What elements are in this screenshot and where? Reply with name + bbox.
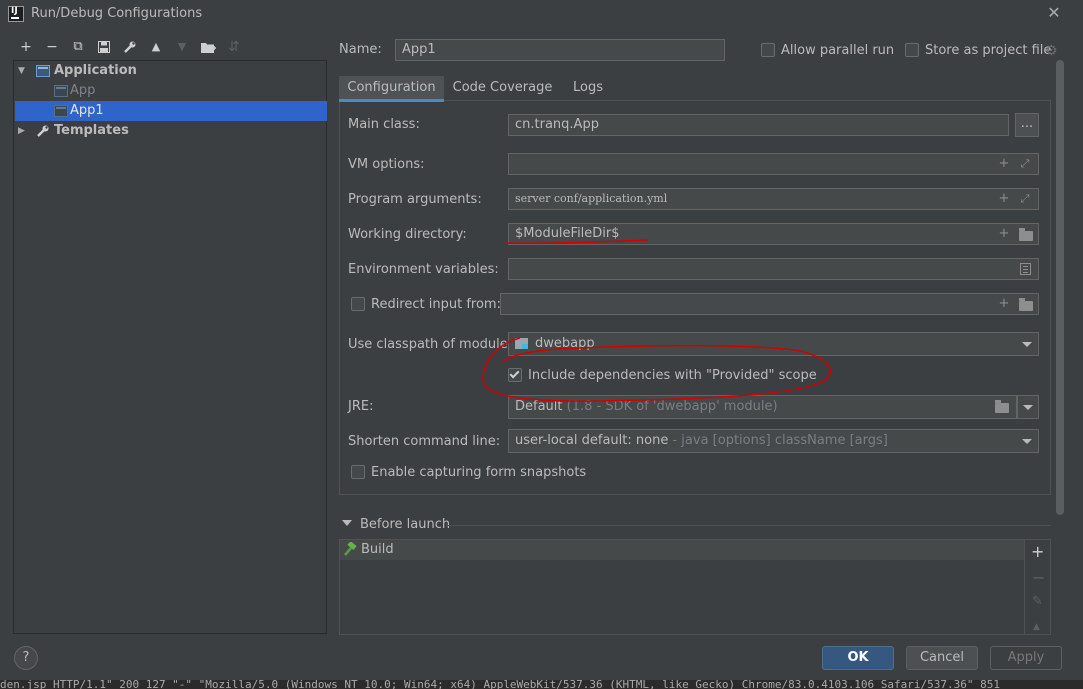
expand-icon[interactable]: ⤢ <box>1017 156 1033 172</box>
list-item[interactable]: Build <box>340 540 1024 560</box>
redirect-input-label: Redirect input from: <box>371 297 501 312</box>
store-project-label: Store as project file <box>925 43 1052 58</box>
tree-item-application[interactable]: ▼ Application <box>15 61 327 81</box>
working-directory-label: Working directory: <box>348 227 467 242</box>
wrench-icon[interactable] <box>120 38 140 56</box>
main-class-field[interactable]: cn.tranq.App <box>508 114 1009 136</box>
chevron-down-icon[interactable] <box>1022 342 1032 347</box>
sort-icon: ⇵ <box>228 39 240 55</box>
folder-icon[interactable] <box>1019 298 1033 311</box>
remove-icon[interactable]: − <box>42 38 62 56</box>
add-icon[interactable]: + <box>996 296 1012 312</box>
shorten-command-select[interactable]: user-local default: none - java [options… <box>508 429 1039 453</box>
new-folder-icon[interactable] <box>198 38 218 56</box>
environment-variables-label: Environment variables: <box>348 262 499 277</box>
application-config-icon <box>36 65 50 77</box>
tree-item-app1[interactable]: App1 <box>15 101 327 121</box>
list-item-label: Build <box>361 542 394 557</box>
program-arguments-field[interactable]: server conf/application.yml <box>508 188 1039 210</box>
move-up-icon[interactable]: ▲ <box>146 38 166 56</box>
include-provided-checkbox[interactable] <box>508 368 522 382</box>
hammer-icon <box>342 541 357 561</box>
edit-list-icon[interactable] <box>1020 263 1031 275</box>
add-icon[interactable]: + <box>996 226 1012 242</box>
shorten-value: user-local default: none <box>515 433 669 448</box>
jre-field[interactable]: Default (1.8 - SDK of 'dwebapp' module) <box>508 395 1017 419</box>
application-config-icon <box>54 105 68 117</box>
gear-icon[interactable]: ⚙ <box>1045 43 1058 59</box>
configurations-tree[interactable]: ▼ Application App App1 ▶ Templates <box>13 60 327 634</box>
jre-dropdown-button[interactable] <box>1017 395 1039 419</box>
jre-hint: (1.8 - SDK of 'dwebapp' module) <box>566 399 778 414</box>
cancel-button[interactable]: Cancel <box>906 646 978 670</box>
intellij-logo-icon: IJ <box>8 6 24 22</box>
name-field[interactable]: App1 <box>395 39 725 61</box>
window-title: Run/Debug Configurations <box>31 6 203 21</box>
add-icon[interactable]: + <box>16 38 36 56</box>
allow-parallel-checkbox[interactable] <box>761 43 775 57</box>
redirect-input-checkbox[interactable] <box>351 297 365 311</box>
add-icon[interactable]: + <box>996 156 1012 172</box>
program-arguments-label: Program arguments: <box>348 192 482 207</box>
vm-options-label: VM options: <box>348 157 425 172</box>
edit-icon: ✎ <box>1032 594 1043 609</box>
tree-item-label: Templates <box>54 123 129 138</box>
remove-icon: − <box>1032 568 1046 587</box>
application-config-icon <box>54 85 68 97</box>
apply-button: Apply <box>990 646 1062 670</box>
add-icon[interactable]: + <box>1031 542 1044 561</box>
shorten-command-label: Shorten command line: <box>348 434 501 449</box>
expand-arrow-icon[interactable]: ▼ <box>18 61 28 81</box>
redirect-input-field[interactable] <box>500 293 1039 315</box>
capture-snapshots-checkbox[interactable] <box>351 465 365 479</box>
include-provided-label: Include dependencies with "Provided" sco… <box>528 368 817 383</box>
store-project-checkbox[interactable] <box>905 43 919 57</box>
module-icon <box>515 338 528 349</box>
help-button[interactable]: ? <box>14 646 38 670</box>
tree-item-templates[interactable]: ▶ Templates <box>15 121 327 141</box>
folder-icon[interactable] <box>995 400 1009 413</box>
vertical-scrollbar[interactable] <box>1056 60 1064 515</box>
vm-options-field[interactable] <box>508 153 1039 175</box>
jre-label: JRE: <box>348 399 374 414</box>
ok-button[interactable]: OK <box>822 646 894 670</box>
chevron-down-icon <box>1023 405 1033 410</box>
tab-logs[interactable]: Logs <box>566 76 610 102</box>
folder-icon[interactable] <box>1019 228 1033 241</box>
main-class-label: Main class: <box>348 117 420 132</box>
name-label: Name: <box>339 42 382 57</box>
allow-parallel-label: Allow parallel run <box>781 43 895 58</box>
chevron-down-icon[interactable] <box>1022 439 1032 444</box>
collapse-arrow-icon[interactable] <box>342 520 352 526</box>
move-up-icon: ▲ <box>1033 622 1040 632</box>
console-output: den.jsp HTTP/1.1" 200 127 "-" "Mozilla/5… <box>0 680 1083 689</box>
divider <box>446 525 1051 526</box>
wrench-icon <box>36 124 50 145</box>
close-icon[interactable]: ✕ <box>1045 4 1063 22</box>
classpath-module-select[interactable]: dwebapp <box>508 332 1039 356</box>
tree-item-app[interactable]: App <box>15 81 327 101</box>
tree-item-label: App <box>70 83 96 98</box>
tab-configuration[interactable]: Configuration <box>339 76 444 102</box>
jre-value: Default <box>515 399 563 414</box>
expand-icon[interactable]: ⤢ <box>1017 191 1033 207</box>
browse-button[interactable]: ... <box>1015 113 1039 137</box>
environment-variables-field[interactable] <box>508 258 1039 280</box>
copy-icon[interactable]: ⧉ <box>68 38 88 56</box>
save-icon[interactable] <box>94 38 114 56</box>
tab-code-coverage[interactable]: Code Coverage <box>449 76 556 102</box>
working-directory-field[interactable]: $ModuleFileDir$ <box>508 223 1039 245</box>
before-launch-toolbar: + − ✎ ▲ <box>1024 540 1051 634</box>
tree-item-label: Application <box>54 63 137 78</box>
before-launch-title[interactable]: Before launch <box>360 517 450 532</box>
move-down-icon: ▼ <box>177 40 187 53</box>
collapse-arrow-icon[interactable]: ▶ <box>18 121 28 141</box>
tree-item-label: App1 <box>70 103 104 118</box>
classpath-module-label: Use classpath of module: <box>348 337 513 352</box>
shorten-hint: - java [options] className [args] <box>672 433 888 448</box>
capture-snapshots-label: Enable capturing form snapshots <box>371 465 587 480</box>
add-icon[interactable]: + <box>996 191 1012 207</box>
